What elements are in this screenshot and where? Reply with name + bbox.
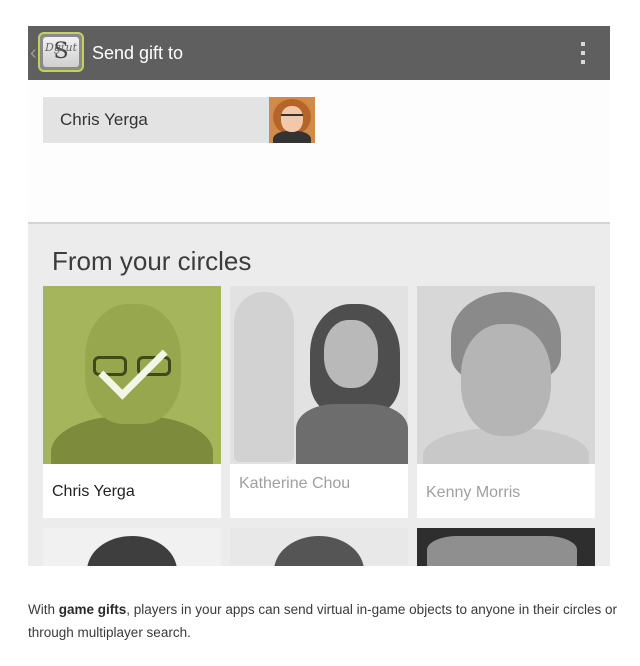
- divider: [28, 222, 610, 224]
- person-photo: [43, 286, 221, 464]
- app-icon-image: Dgi ut S: [43, 37, 79, 67]
- person-card-katherine-chou[interactable]: Katherine Chou: [230, 286, 408, 518]
- overflow-menu-icon[interactable]: [580, 42, 586, 64]
- caption-bold: game gifts: [58, 602, 127, 617]
- recipient-chip[interactable]: Chris Yerga: [43, 97, 315, 143]
- app-icon-script-right: ut: [65, 41, 77, 54]
- recipient-area: Chris Yerga: [28, 80, 610, 222]
- app-icon-script-left: Dgi: [45, 41, 65, 54]
- action-bar-title: Send gift to: [92, 43, 184, 63]
- person-card-kenny-morris[interactable]: Kenny Morris: [417, 286, 595, 518]
- avatar: [269, 97, 315, 143]
- chevron-left-icon[interactable]: ‹: [30, 43, 37, 63]
- app-screen: ‹ Dgi ut S Send gift to Chris Yerga From…: [28, 26, 610, 566]
- app-icon[interactable]: Dgi ut S: [38, 32, 84, 72]
- person-name: Chris Yerga: [52, 483, 135, 500]
- person-name: Katherine Chou: [239, 475, 351, 492]
- recipient-name: Chris Yerga: [60, 110, 148, 129]
- caption: With game gifts, players in your apps ca…: [28, 598, 618, 644]
- caption-prefix: With: [28, 602, 59, 617]
- action-bar: ‹ Dgi ut S Send gift to: [28, 26, 610, 80]
- person-card[interactable]: [230, 528, 408, 566]
- person-card[interactable]: [417, 528, 595, 566]
- person-name: Kenny Morris: [426, 484, 521, 501]
- person-card[interactable]: [43, 528, 221, 566]
- section-title: From your circles: [52, 246, 252, 276]
- person-card-chris-yerga[interactable]: Chris Yerga: [43, 286, 221, 518]
- person-photo: [230, 286, 408, 464]
- person-photo: [417, 286, 595, 464]
